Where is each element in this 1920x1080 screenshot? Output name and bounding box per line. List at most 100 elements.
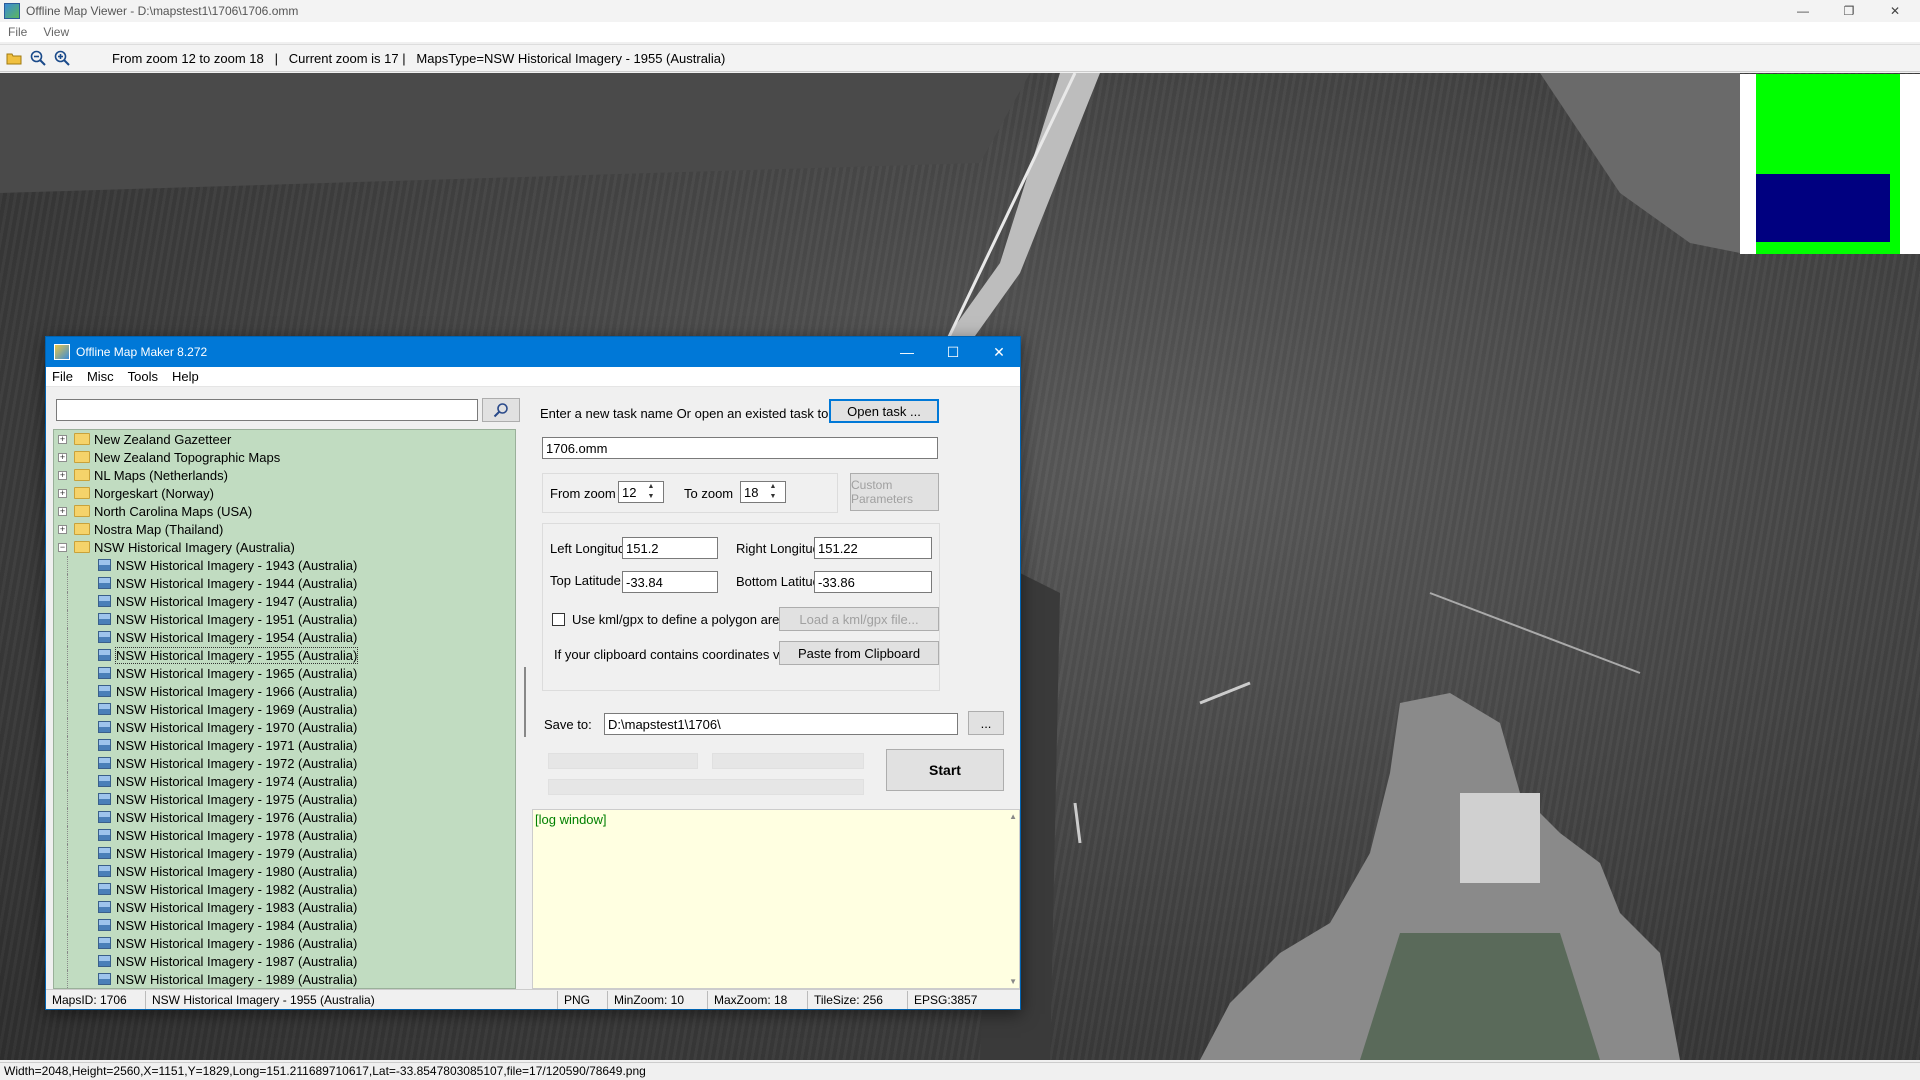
maps-tree[interactable]: + New Zealand Gazetteer + New Zealand Topog… bbox=[53, 429, 516, 989]
search-button[interactable] bbox=[482, 398, 520, 422]
tree-folder-label: New Zealand Topographic Maps bbox=[94, 449, 281, 465]
expand-icon[interactable]: + bbox=[58, 434, 67, 444]
tree-map-item[interactable]: NSW Historical Imagery - 1972 (Australia… bbox=[54, 754, 515, 772]
tree-map-label: NSW Historical Imagery - 1969 (Australia… bbox=[116, 701, 358, 717]
minimize-button[interactable]: — bbox=[1780, 0, 1826, 22]
map-layer-icon bbox=[98, 811, 111, 823]
tree-connector-line bbox=[67, 808, 68, 826]
overview-minimap[interactable] bbox=[1740, 74, 1920, 254]
tree-folder-label: North Carolina Maps (USA) bbox=[94, 503, 253, 519]
tree-map-item[interactable]: NSW Historical Imagery - 1982 (Australia… bbox=[54, 880, 515, 898]
pane-splitter[interactable] bbox=[520, 391, 532, 989]
status-epsg: EPSG:3857 bbox=[914, 992, 978, 1007]
tree-map-item[interactable]: NSW Historical Imagery - 1970 (Australia… bbox=[54, 718, 515, 736]
tree-folder[interactable]: + NL Maps (Netherlands) bbox=[54, 466, 515, 484]
expand-icon[interactable]: + bbox=[58, 452, 67, 462]
tree-map-item[interactable]: NSW Historical Imagery - 1980 (Australia… bbox=[54, 862, 515, 880]
dialog-minimize-button[interactable]: — bbox=[884, 337, 930, 367]
tree-map-item[interactable]: NSW Historical Imagery - 1976 (Australia… bbox=[54, 808, 515, 826]
tree-map-item[interactable]: NSW Historical Imagery - 1955 (Australia… bbox=[54, 646, 515, 664]
tree-folder[interactable]: + New Zealand Gazetteer bbox=[54, 430, 515, 448]
expand-icon[interactable]: + bbox=[58, 470, 67, 480]
save-to-field[interactable]: D:\mapstest1\1706\ bbox=[604, 713, 958, 735]
splitter-grip[interactable] bbox=[524, 667, 526, 737]
map-layer-icon bbox=[98, 577, 111, 589]
tree-map-item[interactable]: NSW Historical Imagery - 1966 (Australia… bbox=[54, 682, 515, 700]
from-zoom-spinner[interactable]: 12 ▲ ▼ bbox=[618, 481, 664, 503]
dialog-menu-file[interactable]: File bbox=[46, 369, 81, 384]
tree-map-item[interactable]: NSW Historical Imagery - 1983 (Australia… bbox=[54, 898, 515, 916]
tree-map-item[interactable]: NSW Historical Imagery - 1987 (Australia… bbox=[54, 952, 515, 970]
viewer-title: Offline Map Viewer - D:\mapstest1\1706\1… bbox=[26, 4, 299, 18]
status-max-zoom: MaxZoom: 18 bbox=[708, 990, 808, 1009]
top-latitude-field[interactable]: -33.84 bbox=[622, 571, 718, 593]
tree-connector-line bbox=[67, 880, 68, 898]
dialog-menu-help[interactable]: Help bbox=[166, 369, 207, 384]
browse-folder-button[interactable]: ... bbox=[968, 711, 1004, 735]
tree-connector-line bbox=[67, 628, 68, 646]
dialog-menu-misc[interactable]: Misc bbox=[81, 369, 122, 384]
tree-map-item[interactable]: NSW Historical Imagery - 1943 (Australia… bbox=[54, 556, 515, 574]
spinner-arrows-icon[interactable]: ▲ ▼ bbox=[767, 482, 779, 502]
tree-map-item[interactable]: NSW Historical Imagery - 1954 (Australia… bbox=[54, 628, 515, 646]
log-window[interactable]: [log window] ▲ ▼ bbox=[532, 809, 1020, 989]
expand-icon[interactable]: + bbox=[58, 506, 67, 516]
load-kml-button[interactable]: Load a kml/gpx file... bbox=[779, 607, 939, 631]
tree-map-item[interactable]: NSW Historical Imagery - 1971 (Australia… bbox=[54, 736, 515, 754]
tree-folder[interactable]: + Norgeskart (Norway) bbox=[54, 484, 515, 502]
kml-checkbox[interactable] bbox=[552, 613, 565, 626]
scroll-down-icon[interactable]: ▼ bbox=[1009, 977, 1017, 986]
zoom-in-icon[interactable] bbox=[52, 48, 72, 68]
open-task-button[interactable]: Open task ... bbox=[829, 399, 939, 423]
tree-folder[interactable]: + North Carolina Maps (USA) bbox=[54, 502, 515, 520]
folder-icon bbox=[74, 469, 90, 481]
paste-from-clipboard-button[interactable]: Paste from Clipboard bbox=[779, 641, 939, 665]
tree-map-label: NSW Historical Imagery - 1976 (Australia… bbox=[116, 809, 358, 825]
tree-folder[interactable]: − NSW Historical Imagery (Australia) bbox=[54, 538, 515, 556]
map-layer-icon bbox=[98, 757, 111, 769]
viewer-menubar: File View bbox=[0, 22, 1920, 42]
tree-map-item[interactable]: NSW Historical Imagery - 1979 (Australia… bbox=[54, 844, 515, 862]
tree-connector-line bbox=[67, 664, 68, 682]
tree-map-item[interactable]: NSW Historical Imagery - 1986 (Australia… bbox=[54, 934, 515, 952]
dialog-maximize-button[interactable]: ☐ bbox=[930, 337, 976, 367]
bottom-latitude-field[interactable]: -33.86 bbox=[814, 571, 932, 593]
tree-map-item[interactable]: NSW Historical Imagery - 1951 (Australia… bbox=[54, 610, 515, 628]
scroll-up-icon[interactable]: ▲ bbox=[1009, 812, 1017, 821]
maps-search-input[interactable] bbox=[56, 399, 479, 421]
menu-file[interactable]: File bbox=[0, 25, 35, 39]
restore-button[interactable]: ❐ bbox=[1826, 0, 1872, 22]
tree-map-item[interactable]: NSW Historical Imagery - 1978 (Australia… bbox=[54, 826, 515, 844]
map-layer-icon bbox=[98, 775, 111, 787]
tree-map-item[interactable]: NSW Historical Imagery - 1944 (Australia… bbox=[54, 574, 515, 592]
dialog-menu-tools[interactable]: Tools bbox=[122, 369, 166, 384]
tree-map-item[interactable]: NSW Historical Imagery - 1969 (Australia… bbox=[54, 700, 515, 718]
tree-map-item[interactable]: NSW Historical Imagery - 1947 (Australia… bbox=[54, 592, 515, 610]
tree-folder[interactable]: + New Zealand Topographic Maps bbox=[54, 448, 515, 466]
dialog-close-button[interactable]: ✕ bbox=[976, 337, 1022, 367]
left-longitude-field[interactable]: 151.2 bbox=[622, 537, 718, 559]
expand-icon[interactable]: + bbox=[58, 524, 67, 534]
right-longitude-field[interactable]: 151.22 bbox=[814, 537, 932, 559]
expand-icon[interactable]: + bbox=[58, 488, 67, 498]
collapse-icon[interactable]: − bbox=[58, 542, 67, 552]
tree-connector-line bbox=[67, 952, 68, 970]
menu-view[interactable]: View bbox=[35, 25, 77, 39]
boat-wake-1 bbox=[1429, 592, 1641, 674]
maps-list-pane: + New Zealand Gazetteer + New Zealand Topog… bbox=[48, 391, 520, 989]
zoom-out-icon[interactable] bbox=[28, 48, 48, 68]
tree-map-item[interactable]: NSW Historical Imagery - 1974 (Australia… bbox=[54, 772, 515, 790]
custom-parameters-button[interactable]: Custom Parameters bbox=[850, 473, 939, 511]
start-button[interactable]: Start bbox=[886, 749, 1004, 791]
tree-map-item[interactable]: NSW Historical Imagery - 1975 (Australia… bbox=[54, 790, 515, 808]
close-button[interactable]: ✕ bbox=[1872, 0, 1918, 22]
open-folder-icon[interactable] bbox=[4, 48, 24, 68]
tree-map-item[interactable]: NSW Historical Imagery - 1965 (Australia… bbox=[54, 664, 515, 682]
tree-folder[interactable]: + Nostra Map (Thailand) bbox=[54, 520, 515, 538]
tree-map-item[interactable]: NSW Historical Imagery - 1984 (Australia… bbox=[54, 916, 515, 934]
tree-map-label: NSW Historical Imagery - 1982 (Australia… bbox=[116, 881, 358, 897]
tree-map-item[interactable]: NSW Historical Imagery - 1989 (Australia… bbox=[54, 970, 515, 988]
spinner-arrows-icon[interactable]: ▲ ▼ bbox=[645, 482, 657, 502]
task-name-field[interactable]: 1706.omm bbox=[542, 437, 938, 459]
to-zoom-spinner[interactable]: 18 ▲ ▼ bbox=[740, 481, 786, 503]
